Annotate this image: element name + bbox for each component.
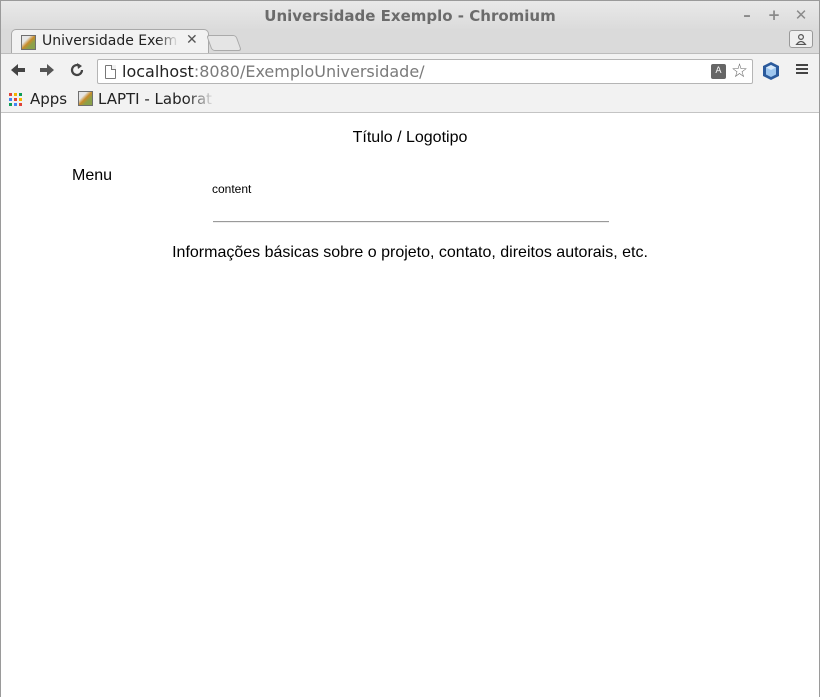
minimize-button[interactable]: – <box>739 6 755 24</box>
browser-toolbar: localhost:8080/ExemploUniversidade/ A ☆ <box>1 53 819 87</box>
bookmarks-bar: Apps LAPTI - Laboratório <box>1 87 819 113</box>
back-button[interactable] <box>8 61 28 81</box>
browser-window: Universidade Exemplo - Chromium – + ✕ Un… <box>0 0 820 697</box>
address-bar[interactable]: localhost:8080/ExemploUniversidade/ A ☆ <box>97 59 753 84</box>
bookmark-label-fade <box>187 89 215 109</box>
url-text[interactable]: localhost:8080/ExemploUniversidade/ <box>122 62 425 81</box>
bookmark-favicon-icon <box>78 91 93 106</box>
menu-icon[interactable] <box>793 62 811 80</box>
apps-shortcut[interactable]: Apps <box>30 90 67 108</box>
site-favicon-icon <box>21 35 36 50</box>
page-viewport: Título / Logotipo Menu content Informaçõ… <box>1 114 819 697</box>
page-icon <box>105 65 116 79</box>
page-content: content <box>212 182 252 196</box>
reload-button[interactable] <box>67 61 87 81</box>
forward-button[interactable] <box>37 61 57 81</box>
tab-title-fade <box>157 32 179 52</box>
bookmark-star-icon[interactable]: ☆ <box>731 60 748 82</box>
window-title: Universidade Exemplo - Chromium <box>264 7 556 25</box>
page-menu: Menu <box>72 167 113 184</box>
tab-strip: Universidade Exemplo ✕ <box>1 29 819 53</box>
page-header: Título / Logotipo <box>352 129 468 146</box>
profile-icon[interactable] <box>789 30 813 48</box>
maximize-button[interactable]: + <box>766 6 782 24</box>
horizontal-rule <box>213 221 609 223</box>
close-window-button[interactable]: ✕ <box>793 6 809 24</box>
title-bar: Universidade Exemplo - Chromium – + ✕ <box>1 1 819 31</box>
page-footer: Informações básicas sobre o projeto, con… <box>172 244 648 261</box>
new-tab-button[interactable] <box>206 35 242 51</box>
apps-grid-icon[interactable] <box>9 93 23 107</box>
translate-icon[interactable]: A <box>711 64 726 79</box>
tab-close-icon[interactable]: ✕ <box>186 32 198 48</box>
extension-cube-icon[interactable] <box>761 61 781 81</box>
tab-universidade-exemplo[interactable]: Universidade Exemplo ✕ <box>11 29 209 53</box>
